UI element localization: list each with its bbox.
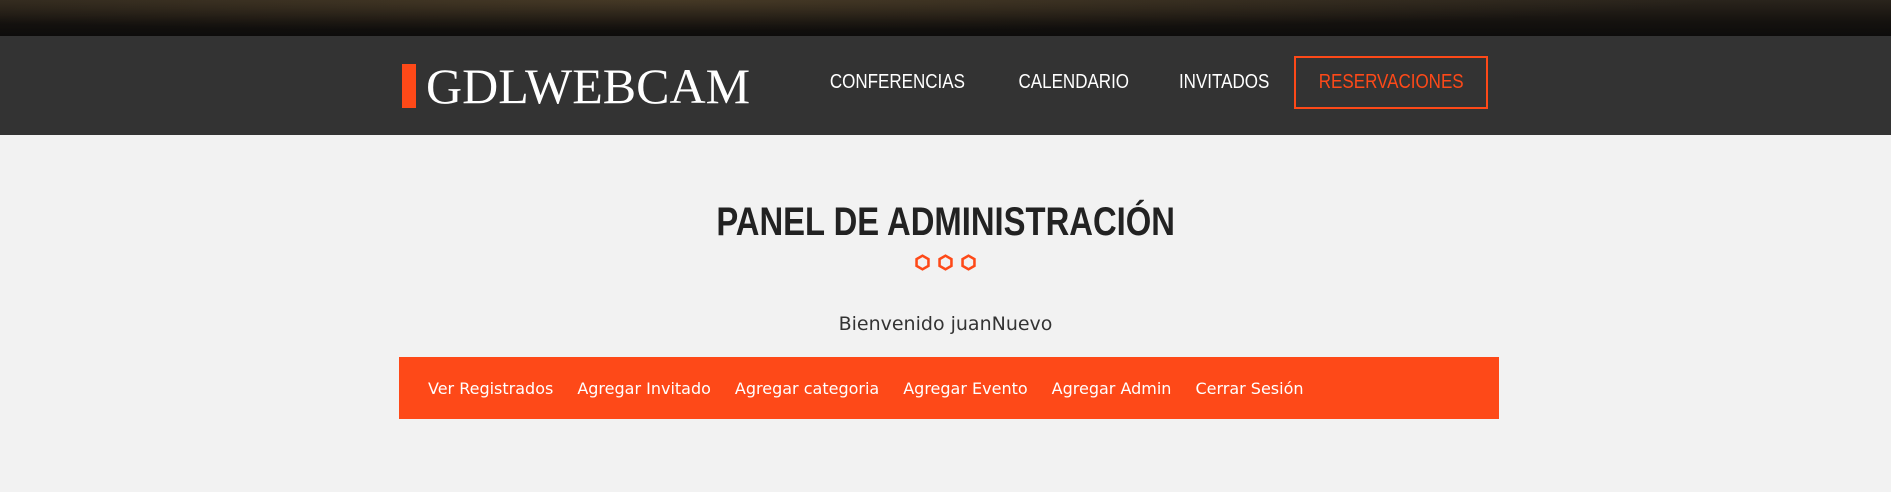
hexagon-icon	[938, 254, 953, 271]
admin-link-agregar-categoria[interactable]: Agregar categoria	[735, 379, 879, 398]
hexagon-icon	[961, 254, 976, 271]
nav-link-conferencias[interactable]: CONFERENCIAS	[830, 71, 965, 94]
logo-text: GDLWEBCAM	[426, 58, 751, 114]
admin-link-agregar-evento[interactable]: Agregar Evento	[903, 379, 1027, 398]
page-title: PANEL DE ADMINISTRACIÓN	[0, 200, 1891, 245]
hexagon-icon	[915, 254, 930, 271]
admin-link-agregar-admin[interactable]: Agregar Admin	[1052, 379, 1172, 398]
admin-link-ver-registrados[interactable]: Ver Registrados	[428, 379, 553, 398]
nav-link-invitados[interactable]: INVITADOS	[1179, 71, 1269, 94]
page-title-text: PANEL DE ADMINISTRACIÓN	[716, 200, 1175, 244]
nav-link-reservaciones-label: RESERVACIONES	[1318, 71, 1464, 93]
admin-link-cerrar-sesion[interactable]: Cerrar Sesión	[1195, 379, 1303, 398]
welcome-message: Bienvenido juanNuevo	[838, 313, 1053, 335]
main-nav: CONFERENCIAS CALENDARIO INVITADOS RESERV…	[772, 56, 1488, 109]
admin-link-agregar-invitado[interactable]: Agregar Invitado	[577, 379, 711, 398]
top-navbar: GDLWEBCAM CONFERENCIAS CALENDARIO INVITA…	[0, 36, 1891, 135]
admin-menu: Ver Registrados Agregar Invitado Agregar…	[399, 357, 1499, 419]
site-logo[interactable]: GDLWEBCAM	[402, 58, 751, 114]
nav-link-calendario[interactable]: CALENDARIO	[1019, 71, 1130, 94]
nav-link-reservaciones[interactable]: RESERVACIONES	[1293, 56, 1488, 109]
logo-accent-bar	[402, 64, 416, 108]
hero-background	[0, 0, 1891, 36]
title-divider	[0, 254, 1891, 271]
